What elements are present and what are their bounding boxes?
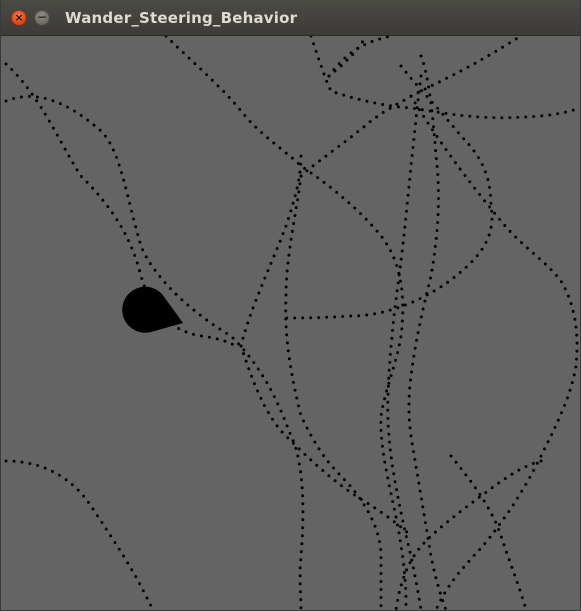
minimize-icon[interactable]: − <box>34 10 50 26</box>
teardrop-agent-icon <box>122 286 183 333</box>
window-title: Wander_Steering_Behavior <box>65 9 298 27</box>
title-bar[interactable]: × − Wander_Steering_Behavior <box>1 0 580 36</box>
trail-path <box>386 74 423 610</box>
trail-path <box>449 454 528 610</box>
trail-path <box>327 36 393 78</box>
app-window: × − Wander_Steering_Behavior <box>0 0 581 611</box>
close-icon[interactable]: × <box>11 10 27 26</box>
wander-trails <box>4 36 580 610</box>
trail-path <box>239 344 413 538</box>
trail-path <box>309 36 580 120</box>
agent <box>122 286 183 333</box>
trail-path <box>4 62 241 350</box>
trail-path <box>284 64 494 320</box>
trail-path <box>239 154 303 348</box>
trail-path <box>284 174 383 610</box>
trail-path <box>4 94 305 610</box>
trail-path <box>4 459 155 610</box>
simulation-canvas <box>4 36 580 610</box>
